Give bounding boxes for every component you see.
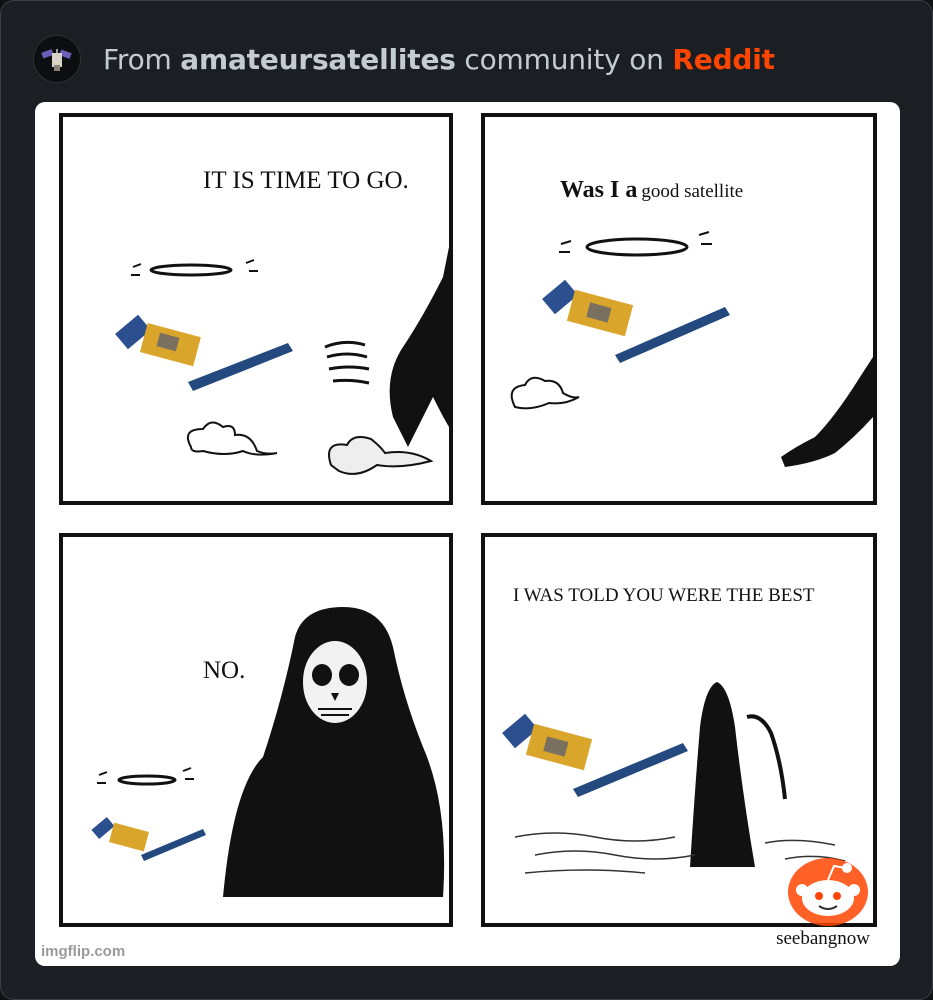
satellite-icon — [91, 816, 206, 861]
artist-credit: seebangnow — [776, 928, 870, 949]
comic-panel-2: Was I a good satellite — [481, 113, 877, 505]
imgflip-watermark: imgflip.com — [41, 943, 126, 960]
comic-image[interactable]: IT IS TIME TO GO. Was I a good satellite — [35, 102, 900, 966]
reddit-link[interactable]: Reddit — [672, 43, 775, 76]
satellite-icon — [115, 314, 293, 391]
panel3-drawing — [91, 607, 445, 897]
embed-header: From amateursatellites community on Redd… — [33, 35, 775, 83]
satellite-icon — [542, 279, 730, 363]
satellite-icon — [502, 713, 688, 797]
panel1-drawing — [115, 247, 449, 475]
reddit-snoo-icon — [788, 858, 868, 926]
panel2-drawing — [510, 231, 873, 467]
embed-card: From amateursatellites community on Redd… — [0, 0, 933, 1000]
satellite-avatar-icon[interactable] — [33, 35, 81, 83]
comic-panel-1: IT IS TIME TO GO. — [59, 113, 453, 505]
community-link[interactable]: amateursatellites — [180, 43, 456, 76]
header-middle: community on — [455, 42, 673, 76]
embed-source-text: From amateursatellites community on Redd… — [103, 43, 775, 76]
comic-panel-3: NO. — [59, 533, 453, 927]
header-prefix: From — [103, 42, 181, 76]
